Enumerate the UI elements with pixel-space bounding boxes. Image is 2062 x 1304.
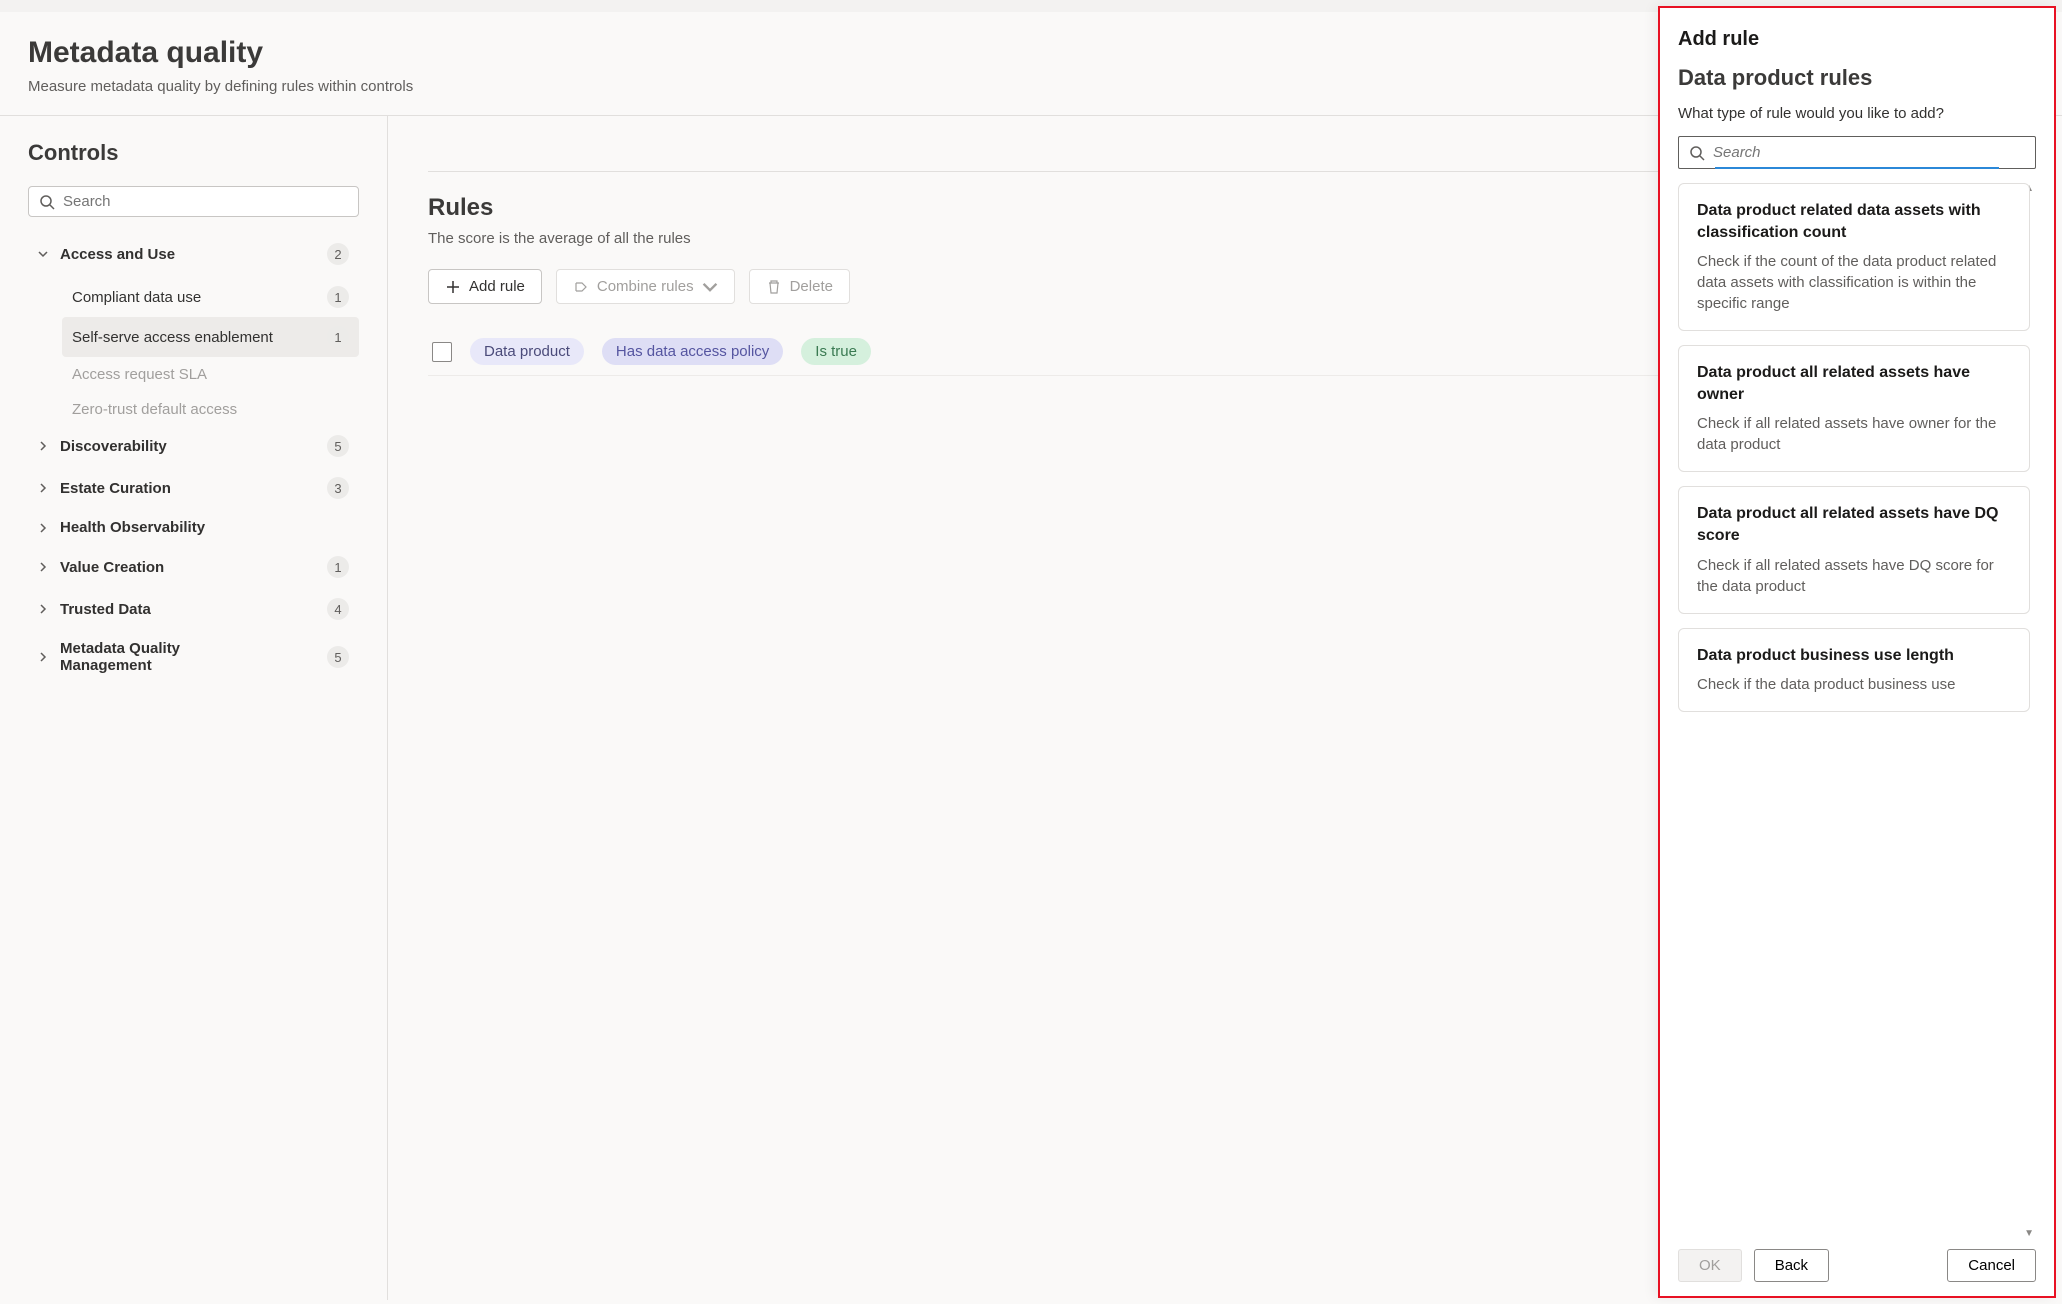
sidebar-group-metadata-quality-mgmt[interactable]: Metadata Quality Management 5 — [28, 632, 359, 682]
plus-icon — [445, 279, 461, 295]
rule-card[interactable]: Data product business use length Check i… — [1678, 628, 2030, 713]
sidebar-group-access-and-use[interactable]: Access and Use 2 — [28, 235, 359, 273]
panel-footer: OK Back Cancel — [1660, 1239, 2054, 1296]
chevron-right-icon — [38, 523, 50, 533]
count-badge: 5 — [327, 435, 349, 457]
sidebar-item-compliant-data-use[interactable]: Compliant data use 1 — [62, 277, 359, 317]
rule-card-desc: Check if the data product business use — [1697, 674, 2011, 695]
rule-card-title: Data product business use length — [1697, 645, 2011, 667]
panel-rule-list[interactable]: Data product related data assets with cl… — [1678, 183, 2036, 1239]
sidebar-item-zero-trust[interactable]: Zero-trust default access — [62, 392, 359, 427]
rule-card-title: Data product related data assets with cl… — [1697, 200, 2011, 243]
sidebar-group-discoverability[interactable]: Discoverability 5 — [28, 427, 359, 465]
sidebar-item-label: Zero-trust default access — [72, 401, 237, 418]
rule-card-title: Data product all related assets have DQ … — [1697, 503, 2011, 546]
scroll-down-icon[interactable]: ▼ — [2024, 1228, 2034, 1239]
sidebar-item-label: Compliant data use — [72, 289, 201, 306]
count-badge: 2 — [327, 243, 349, 265]
panel-search-input[interactable] — [1713, 144, 2025, 161]
add-rule-button[interactable]: Add rule — [428, 269, 542, 304]
sidebar-group-estate-curation[interactable]: Estate Curation 3 — [28, 469, 359, 507]
controls-sidebar: Controls Access and Use 2 Compliant data… — [0, 116, 388, 1300]
rule-card[interactable]: Data product all related assets have own… — [1678, 345, 2030, 472]
sidebar-group-trusted-data[interactable]: Trusted Data 4 — [28, 590, 359, 628]
chevron-down-icon — [38, 249, 50, 259]
sidebar-group-label: Health Observability — [60, 519, 205, 536]
sidebar-group-label: Discoverability — [60, 438, 167, 455]
chevron-right-icon — [38, 483, 50, 493]
panel-title: Add rule — [1678, 28, 2036, 51]
sidebar-group-value-creation[interactable]: Value Creation 1 — [28, 548, 359, 586]
sidebar-group-children: Compliant data use 1 Self-serve access e… — [28, 277, 359, 427]
sidebar-item-self-serve-access[interactable]: Self-serve access enablement 1 — [62, 317, 359, 357]
rule-card-desc: Check if the count of the data product r… — [1697, 251, 2011, 314]
button-label: Delete — [790, 278, 833, 295]
sidebar-item-label: Self-serve access enablement — [72, 329, 273, 346]
controls-search[interactable] — [28, 186, 359, 217]
sidebar-group-label: Estate Curation — [60, 480, 171, 497]
add-rule-panel: Add rule Data product rules What type of… — [1658, 6, 2056, 1298]
back-button[interactable]: Back — [1754, 1249, 1829, 1282]
search-icon — [39, 194, 55, 210]
combine-icon — [573, 279, 589, 295]
rule-card-desc: Check if all related assets have owner f… — [1697, 413, 2011, 455]
chevron-right-icon — [38, 562, 50, 572]
rule-card-title: Data product all related assets have own… — [1697, 362, 2011, 405]
chevron-right-icon — [38, 441, 50, 451]
count-badge: 5 — [327, 646, 349, 668]
button-label: Combine rules — [597, 278, 694, 295]
sidebar-group-label: Access and Use — [60, 246, 175, 263]
count-badge: 3 — [327, 477, 349, 499]
delete-button[interactable]: Delete — [749, 269, 850, 304]
rule-card[interactable]: Data product related data assets with cl… — [1678, 183, 2030, 331]
pill-condition: Has data access policy — [602, 338, 783, 365]
rule-card[interactable]: Data product all related assets have DQ … — [1678, 486, 2030, 613]
cancel-button[interactable]: Cancel — [1947, 1249, 2036, 1282]
panel-search[interactable] — [1678, 136, 2036, 169]
rule-row-checkbox[interactable] — [432, 342, 452, 362]
sidebar-group-label: Trusted Data — [60, 601, 151, 618]
chevron-right-icon — [38, 652, 50, 662]
sidebar-group-label: Value Creation — [60, 559, 164, 576]
pill-result: Is true — [801, 338, 871, 365]
count-badge: 1 — [327, 556, 349, 578]
panel-prompt: What type of rule would you like to add? — [1678, 105, 2036, 122]
chevron-down-icon — [702, 279, 718, 295]
controls-search-input[interactable] — [63, 193, 348, 210]
count-badge: 4 — [327, 598, 349, 620]
trash-icon — [766, 279, 782, 295]
sidebar-group-health-observability[interactable]: Health Observability — [28, 511, 359, 544]
sidebar-title: Controls — [28, 140, 359, 166]
sidebar-group-label: Metadata Quality Management — [60, 640, 260, 674]
pill-entity: Data product — [470, 338, 584, 365]
sidebar-item-access-request-sla[interactable]: Access request SLA — [62, 357, 359, 392]
count-badge: 1 — [327, 326, 349, 348]
count-badge: 1 — [327, 286, 349, 308]
chevron-right-icon — [38, 604, 50, 614]
panel-subtitle: Data product rules — [1678, 65, 2036, 91]
button-label: Add rule — [469, 278, 525, 295]
search-icon — [1689, 145, 1705, 161]
rule-card-desc: Check if all related assets have DQ scor… — [1697, 555, 2011, 597]
ok-button[interactable]: OK — [1678, 1249, 1742, 1282]
combine-rules-button[interactable]: Combine rules — [556, 269, 735, 304]
sidebar-item-label: Access request SLA — [72, 366, 207, 383]
